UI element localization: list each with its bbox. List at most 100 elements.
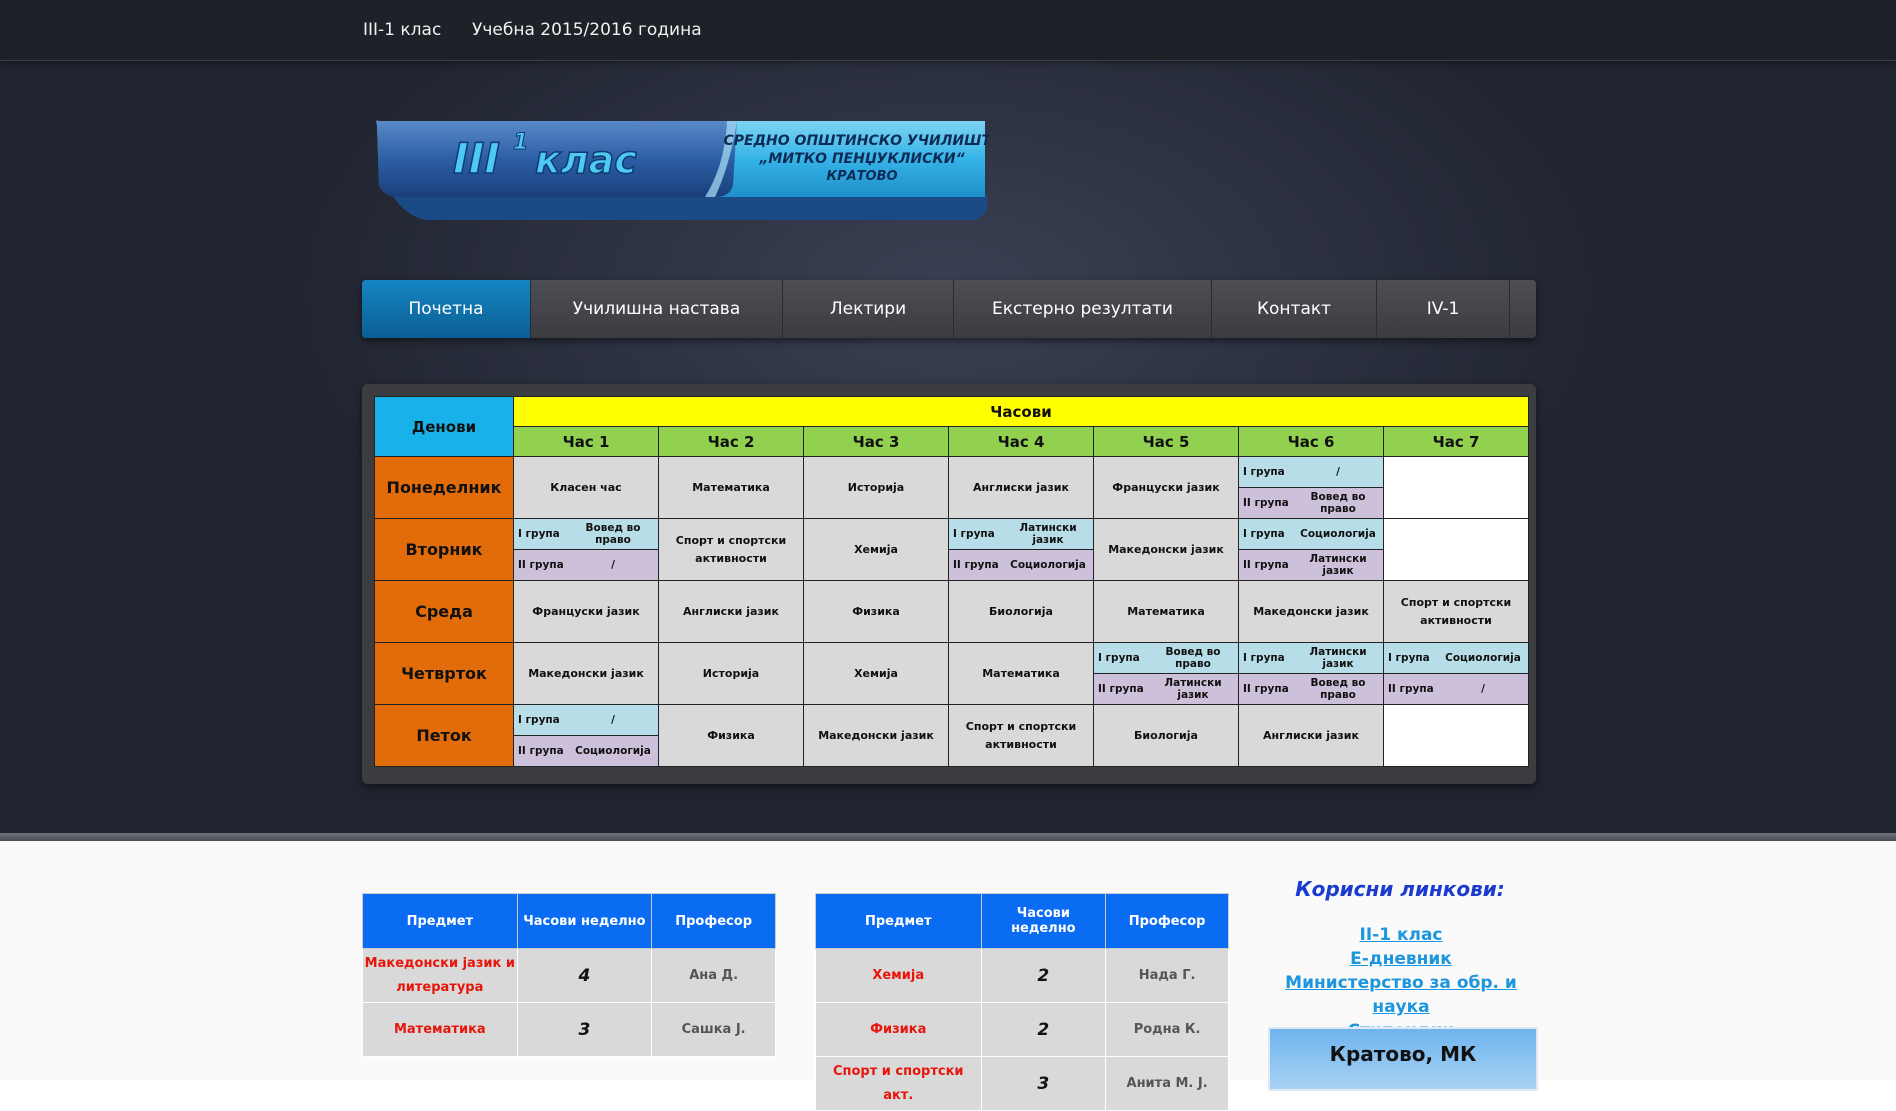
timetable-cell: I група Латински јазик II група Вовед во пр… <box>1238 642 1384 705</box>
table-row: Физика 2 Родна К. <box>815 1002 1229 1057</box>
hour-header: Час 6 <box>1238 426 1384 457</box>
school-year-link[interactable]: Учебна 2015/2016 година <box>472 20 702 40</box>
hour-header: Час 1 <box>513 426 659 457</box>
group-1-subject: / <box>611 714 615 726</box>
nav-item-school-teaching[interactable]: Училишна настава <box>531 280 783 338</box>
timetable-cell: Спорт и спортски активности <box>948 704 1094 767</box>
group-1-subject: Вовед во право <box>585 522 641 546</box>
timetable-cell: Биологија <box>1093 704 1239 767</box>
group-1-label: I група <box>1388 652 1430 664</box>
logo-school-line2: „МИТКО ПЕНЏУКЛИСКИ“ <box>758 151 965 167</box>
group-1-subject: Латински јазик <box>1019 522 1077 546</box>
group-2-label: II група <box>518 559 564 571</box>
professor-name: Родна К. <box>1105 1002 1229 1057</box>
group-1-subject: / <box>1336 466 1340 478</box>
link-ministry[interactable]: Министерство за обр. и наука <box>1260 971 1542 1019</box>
top-bar: III-1 клас Учебна 2015/2016 година <box>0 0 1896 61</box>
professor-name: Сашка Ј. <box>651 1002 776 1057</box>
group-split: I група Латински јазик II група Социологија <box>949 519 1093 580</box>
table-row: Хемија 2 Нада Г. <box>815 948 1229 1003</box>
group-1-subject: Социологија <box>1445 652 1521 664</box>
day-label: Петок <box>374 704 514 767</box>
nav-item-reading[interactable]: Лектири <box>783 280 954 338</box>
hour-header: Час 5 <box>1093 426 1239 457</box>
timetable-cell: I група / II група Вовед во право <box>1238 456 1384 519</box>
group-2-row: II група Социологија <box>514 736 658 766</box>
nav-item-contact[interactable]: Контакт <box>1212 280 1377 338</box>
group-1-subject: Латински јазик <box>1309 646 1367 670</box>
group-1-label: I група <box>953 528 995 540</box>
timetable-cell: Класен час <box>513 456 659 519</box>
timetable-cell: Спорт и спортски активности <box>1383 580 1529 643</box>
days-header: Денови <box>374 396 514 457</box>
weekly-hours: 3 <box>980 1056 1107 1111</box>
timetable-cell: I група / II група Социологија <box>513 704 659 767</box>
column-header: Професор <box>651 893 776 949</box>
hour-header: Час 7 <box>1383 426 1529 457</box>
logo-class-sup: 1 <box>513 130 528 155</box>
group-split: I група / II група Социологија <box>514 705 658 766</box>
day-label: Вторник <box>374 518 514 581</box>
hour-header: Час 2 <box>658 426 804 457</box>
group-1-row: I група Латински јазик <box>1239 643 1383 674</box>
weekly-hours: 2 <box>980 948 1107 1003</box>
table-row: Математика 3 Сашка Ј. <box>362 1002 776 1057</box>
column-header: Часови неделно <box>516 893 653 949</box>
group-2-label: II група <box>1098 683 1144 695</box>
hour-header: Час 4 <box>948 426 1094 457</box>
day-label: Среда <box>374 580 514 643</box>
group-1-row: I група / <box>514 705 658 736</box>
professor-name: Анита М. Ј. <box>1105 1056 1229 1111</box>
group-split: I група Вовед во право II група / <box>514 519 658 580</box>
column-header: Професор <box>1105 893 1229 949</box>
timetable-cell: Хемија <box>803 518 949 581</box>
group-2-subject: Социологија <box>1010 559 1086 571</box>
group-2-row: II група Латински јазик <box>1094 674 1238 704</box>
timetable-cell: Физика <box>803 580 949 643</box>
class-home-link[interactable]: III-1 клас <box>363 20 441 40</box>
logo-school-line1: СРЕДНО ОПШТИНСКО УЧИЛИШТЕ <box>723 133 990 149</box>
group-2-subject: / <box>1481 683 1485 695</box>
group-2-row: II група Вовед во право <box>1239 488 1383 518</box>
useful-links-title: Корисни линкови: <box>1295 877 1505 901</box>
nav-item-iv-1[interactable]: IV-1 <box>1377 280 1510 338</box>
subject-name: Хемија <box>815 948 982 1003</box>
link-ii-1-class[interactable]: II-1 клас <box>1260 923 1542 947</box>
group-2-label: II група <box>1243 559 1289 571</box>
timetable-cell: Француски јазик <box>1093 456 1239 519</box>
group-1-subject: Вовед во право <box>1165 646 1221 670</box>
weekly-hours: 2 <box>980 1002 1107 1057</box>
group-2-subject: Социологија <box>575 745 651 757</box>
timetable-cell: Македонски јазик <box>1238 580 1384 643</box>
group-1-label: I група <box>518 714 560 726</box>
timetable-cell: Физика <box>658 704 804 767</box>
useful-links-list: II-1 клас Е-дневник Министерство за обр.… <box>1260 923 1542 1043</box>
hours-header: Часови <box>513 396 1529 427</box>
nav-item-external-results[interactable]: Екстерно резултати <box>954 280 1212 338</box>
table-row: Македонски јазик и литература 4 Ана Д. <box>362 948 776 1003</box>
hour-header: Час 3 <box>803 426 949 457</box>
group-2-subject: Вовед во право <box>1310 491 1366 515</box>
weather-location: Кратово, МК <box>1329 1042 1477 1066</box>
group-split: I група / II група Вовед во право <box>1239 457 1383 518</box>
group-1-label: I група <box>1243 466 1285 478</box>
professor-name: Ана Д. <box>651 948 776 1003</box>
site-logo[interactable]: III 1 клас СРЕДНО ОПШТИНСКО УЧИЛИШТЕ „МИ… <box>375 115 1001 230</box>
link-e-dnevnik[interactable]: Е-дневник <box>1260 947 1542 971</box>
group-2-label: II група <box>1243 683 1289 695</box>
group-2-subject: / <box>611 559 615 571</box>
column-header: Предмет <box>815 893 982 949</box>
timetable-cell: Македонски јазик <box>513 642 659 705</box>
group-split: I група Вовед во право II група Латински ја… <box>1094 643 1238 704</box>
nav-item-home[interactable]: Почетна <box>362 280 531 338</box>
subject-name: Математика <box>362 1002 518 1057</box>
timetable-cell: Хемија <box>803 642 949 705</box>
group-2-label: II група <box>1388 683 1434 695</box>
weekly-hours: 3 <box>516 1002 653 1057</box>
group-2-label: II група <box>1243 497 1289 509</box>
logo-class-text: III <box>453 134 500 183</box>
timetable-panel: Денови Часови Час 1 Час 2 Час 3 Час 4 Час 5Ч… <box>362 384 1536 784</box>
timetable-cell <box>1383 704 1529 767</box>
group-1-label: I група <box>518 528 560 540</box>
day-label: Четврток <box>374 642 514 705</box>
